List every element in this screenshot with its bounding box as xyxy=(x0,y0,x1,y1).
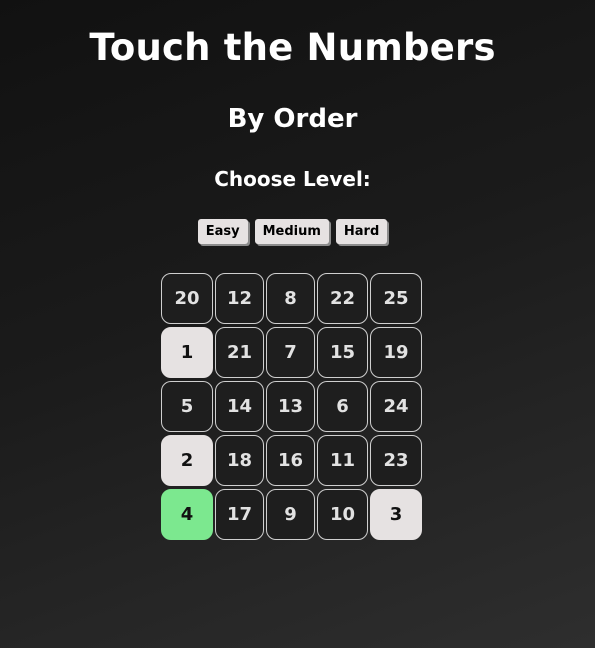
level-selector: Easy Medium Hard xyxy=(0,219,585,244)
number-cell[interactable]: 2 xyxy=(161,435,213,486)
number-cell[interactable]: 25 xyxy=(370,273,422,324)
level-hard-button[interactable]: Hard xyxy=(335,219,388,244)
number-cell[interactable]: 24 xyxy=(370,381,422,432)
number-cell[interactable]: 7 xyxy=(266,327,315,378)
number-cell[interactable]: 1 xyxy=(161,327,213,378)
choose-level-label: Choose Level: xyxy=(214,167,371,191)
number-cell[interactable]: 4 xyxy=(161,489,213,540)
number-cell[interactable]: 16 xyxy=(266,435,315,486)
page-subtitle: By Order xyxy=(227,104,358,134)
number-cell[interactable]: 11 xyxy=(317,435,368,486)
number-cell[interactable]: 15 xyxy=(317,327,368,378)
number-cell[interactable]: 23 xyxy=(370,435,422,486)
level-easy-button[interactable]: Easy xyxy=(197,219,248,244)
number-cell[interactable]: 13 xyxy=(266,381,315,432)
number-cell[interactable]: 9 xyxy=(266,489,315,540)
number-cell[interactable]: 17 xyxy=(215,489,264,540)
level-medium-button[interactable]: Medium xyxy=(254,219,329,244)
number-cell[interactable]: 12 xyxy=(215,273,264,324)
number-cell[interactable]: 22 xyxy=(317,273,368,324)
number-cell[interactable]: 14 xyxy=(215,381,264,432)
number-cell[interactable]: 6 xyxy=(317,381,368,432)
number-grid: 20 12 8 22 25 1 21 7 15 19 5 14 13 6 24 2 18 16 11 23 4 17 9 10… xyxy=(161,273,422,540)
number-cell[interactable]: 19 xyxy=(370,327,422,378)
number-cell[interactable]: 5 xyxy=(161,381,213,432)
number-cell[interactable]: 8 xyxy=(266,273,315,324)
number-cell[interactable]: 10 xyxy=(317,489,368,540)
page-title: Touch the Numbers xyxy=(89,26,496,69)
number-cell[interactable]: 18 xyxy=(215,435,264,486)
number-cell[interactable]: 20 xyxy=(161,273,213,324)
number-cell[interactable]: 3 xyxy=(370,489,422,540)
number-cell[interactable]: 21 xyxy=(215,327,264,378)
